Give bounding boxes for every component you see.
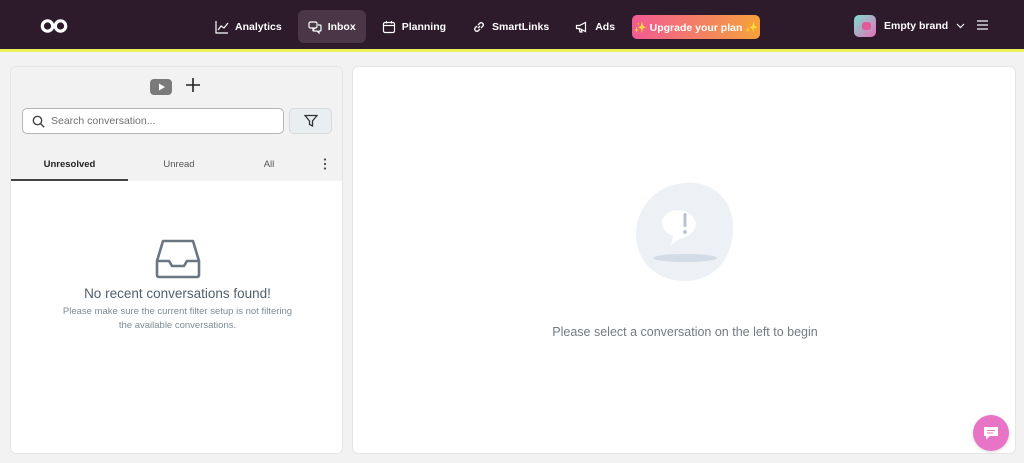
nav-item-label: Analytics xyxy=(235,20,282,33)
conversation-list-header: Unresolved Unread All xyxy=(11,67,342,181)
nav-item-analytics[interactable]: Analytics xyxy=(205,10,292,43)
tab-unread[interactable]: Unread xyxy=(128,159,230,170)
brand-avatar xyxy=(854,15,876,37)
main-nav: Analytics Inbox Planning SmartLinks Ads xyxy=(205,10,625,43)
search-input[interactable] xyxy=(51,115,271,127)
top-navigation-bar: Analytics Inbox Planning SmartLinks Ads xyxy=(0,0,1024,52)
upgrade-label: ✨ Upgrade your plan ✨ xyxy=(633,21,759,34)
nav-item-label: Inbox xyxy=(327,20,356,33)
calendar-icon xyxy=(382,20,395,33)
nav-item-ads[interactable]: Ads xyxy=(565,10,625,43)
youtube-channel-icon[interactable] xyxy=(150,79,172,95)
hamburger-menu-icon[interactable] xyxy=(977,20,988,30)
infinity-logo-icon[interactable] xyxy=(40,17,68,35)
active-tab-indicator xyxy=(11,179,128,181)
more-options-icon[interactable] xyxy=(321,157,329,171)
tab-label: Unresolved xyxy=(43,159,96,170)
tab-all[interactable]: All xyxy=(230,159,308,170)
plus-icon xyxy=(186,78,200,92)
empty-conversations-state: No recent conversations found! Please ma… xyxy=(11,239,342,333)
chart-line-icon xyxy=(215,20,229,34)
empty-state-description: Please make sure the current filter setu… xyxy=(62,306,293,331)
add-channel-button[interactable] xyxy=(184,77,202,97)
select-conversation-message: Please select a conversation on the left… xyxy=(552,325,818,339)
tab-unresolved[interactable]: Unresolved xyxy=(11,159,128,170)
brand-switcher[interactable]: Empty brand xyxy=(854,15,965,37)
brand-name: Empty brand xyxy=(884,20,949,32)
tab-label: All xyxy=(263,159,275,170)
speech-bubble-alert-illustration xyxy=(635,182,733,281)
conversation-tabs: Unresolved Unread All xyxy=(11,151,342,181)
link-icon xyxy=(474,21,484,32)
inbox-tray-icon xyxy=(155,239,200,279)
search-conversation-field[interactable] xyxy=(22,108,284,134)
filter-funnel-icon xyxy=(303,114,318,128)
megaphone-icon xyxy=(576,21,587,33)
nav-item-planning[interactable]: Planning xyxy=(372,10,456,43)
chevron-down-icon xyxy=(956,23,965,29)
conversation-detail-panel: Please select a conversation on the left… xyxy=(352,66,1016,454)
nav-item-smartlinks[interactable]: SmartLinks xyxy=(462,10,559,43)
chat-message-icon xyxy=(984,427,998,440)
filter-button[interactable] xyxy=(289,108,332,134)
support-chat-button[interactable] xyxy=(973,415,1009,451)
search-icon xyxy=(32,115,45,128)
nav-item-label: SmartLinks xyxy=(492,20,550,33)
conversation-list-panel: Unresolved Unread All No recent conversa… xyxy=(10,66,343,454)
nav-item-inbox[interactable]: Inbox xyxy=(297,10,366,43)
chat-bubbles-icon xyxy=(308,20,322,34)
upgrade-plan-button[interactable]: ✨ Upgrade your plan ✨ xyxy=(632,15,760,39)
nav-item-label: Ads xyxy=(595,20,616,33)
tab-label: Unread xyxy=(163,159,195,170)
empty-state-title: No recent conversations found! xyxy=(84,286,271,301)
nav-item-label: Planning xyxy=(401,20,447,33)
